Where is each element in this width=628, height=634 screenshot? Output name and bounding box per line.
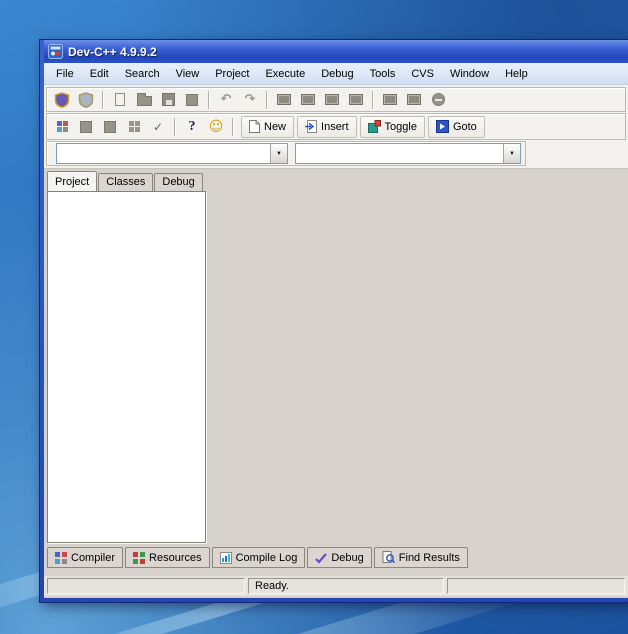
report-tab-debug[interactable]: Debug	[307, 547, 371, 568]
goto-icon	[436, 120, 449, 133]
project-browser-panel[interactable]	[47, 191, 206, 543]
toolbar-main: ↶ ↷	[46, 87, 626, 112]
app-icon	[48, 44, 63, 59]
compiler-combobox[interactable]: ▼	[56, 143, 288, 164]
help-icon[interactable]: ?	[180, 116, 204, 138]
toggle-icon	[368, 120, 381, 133]
menu-item-cvs[interactable]: CVS	[403, 65, 442, 83]
open-file-icon[interactable]	[132, 89, 156, 111]
about-icon[interactable]: ☺	[204, 116, 228, 138]
resources-icon	[133, 552, 145, 564]
close-file-icon[interactable]	[180, 89, 204, 111]
new-source-file-icon[interactable]	[108, 89, 132, 111]
class-browser-icon[interactable]	[122, 116, 146, 138]
insert-button[interactable]: Insert	[297, 116, 357, 138]
main-area: Project Classes Debug Compiler Resources	[44, 169, 628, 596]
toolbar-combos: ▼ ▼	[46, 141, 526, 166]
devcpp-window: Dev-C++ 4.9.9.2 File Edit Search View Pr…	[40, 40, 628, 602]
window-content: File Edit Search View Project Execute De…	[44, 63, 628, 598]
compile-and-run-icon[interactable]	[320, 89, 344, 111]
open-project-icon[interactable]	[74, 89, 98, 111]
new-class-icon[interactable]	[50, 116, 74, 138]
menu-item-tools[interactable]: Tools	[362, 65, 404, 83]
compiler-combobox-value[interactable]	[57, 144, 270, 163]
redo-icon[interactable]: ↷	[238, 89, 262, 111]
report-tab-compile-log[interactable]: Compile Log	[212, 547, 306, 568]
statusbar-panel-info	[447, 578, 625, 594]
window-title: Dev-C++ 4.9.9.2	[68, 45, 157, 59]
new-member-function-icon[interactable]	[74, 116, 98, 138]
report-tab-find-results[interactable]: Find Results	[374, 547, 468, 568]
new-member-variable-icon[interactable]	[98, 116, 122, 138]
report-tabs: Compiler Resources Compile Log Debug	[47, 547, 470, 568]
menu-item-edit[interactable]: Edit	[82, 65, 117, 83]
chevron-down-icon[interactable]: ▼	[503, 144, 520, 163]
tab-project[interactable]: Project	[47, 171, 97, 191]
chevron-down-icon[interactable]: ▼	[270, 144, 287, 163]
new-page-icon	[249, 120, 260, 133]
class-combobox[interactable]: ▼	[295, 143, 521, 164]
menu-item-search[interactable]: Search	[117, 65, 168, 83]
toolbar-separator	[208, 91, 210, 109]
statusbar-panel-state: Ready.	[248, 578, 444, 594]
compiler-grid-icon	[55, 552, 67, 564]
browser-tabs: Project Classes Debug	[47, 171, 204, 191]
menu-item-execute[interactable]: Execute	[257, 65, 313, 83]
report-tab-compiler[interactable]: Compiler	[47, 547, 123, 568]
new-source-button[interactable]: New	[241, 116, 294, 138]
insert-icon	[305, 120, 317, 133]
toggle-bookmark-button[interactable]: Toggle	[360, 116, 425, 138]
abort-icon[interactable]	[426, 89, 450, 111]
toolbar-separator	[232, 118, 234, 136]
desktop: Dev-C++ 4.9.9.2 File Edit Search View Pr…	[0, 0, 628, 634]
goto-bookmark-button[interactable]: Goto	[428, 116, 485, 138]
menu-item-view[interactable]: View	[168, 65, 208, 83]
debug-run-icon[interactable]	[378, 89, 402, 111]
class-combobox-value[interactable]	[296, 144, 503, 163]
new-project-icon[interactable]	[50, 89, 74, 111]
toolbar-separator	[174, 118, 176, 136]
menu-item-debug[interactable]: Debug	[313, 65, 361, 83]
tab-classes[interactable]: Classes	[98, 173, 153, 191]
menu-item-help[interactable]: Help	[497, 65, 536, 83]
titlebar[interactable]: Dev-C++ 4.9.9.2	[44, 40, 628, 63]
compile-log-chart-icon	[220, 552, 232, 564]
status-text: Ready.	[255, 580, 289, 592]
toolbar-separator	[102, 91, 104, 109]
statusbar: Ready.	[44, 576, 628, 596]
syntax-check-icon[interactable]: ✓	[146, 116, 170, 138]
profile-icon[interactable]	[402, 89, 426, 111]
debug-check-icon	[315, 552, 327, 564]
toolbar-separator	[266, 91, 268, 109]
menu-item-project[interactable]: Project	[207, 65, 257, 83]
save-icon[interactable]	[156, 89, 180, 111]
report-tab-resources[interactable]: Resources	[125, 547, 210, 568]
menu-item-window[interactable]: Window	[442, 65, 497, 83]
run-icon[interactable]	[296, 89, 320, 111]
toolbar-specials: ✓ ? ☺ New Insert Toggle	[46, 113, 626, 140]
menubar: File Edit Search View Project Execute De…	[44, 63, 628, 85]
menu-item-file[interactable]: File	[48, 65, 82, 83]
rebuild-all-icon[interactable]	[344, 89, 368, 111]
undo-icon[interactable]: ↶	[214, 89, 238, 111]
tab-debug[interactable]: Debug	[154, 173, 202, 191]
find-results-magnifier-icon	[382, 551, 395, 564]
toolbar-separator	[372, 91, 374, 109]
toolbar-zone: ↶ ↷	[44, 85, 628, 169]
compile-icon[interactable]	[272, 89, 296, 111]
statusbar-panel-position	[47, 578, 245, 594]
